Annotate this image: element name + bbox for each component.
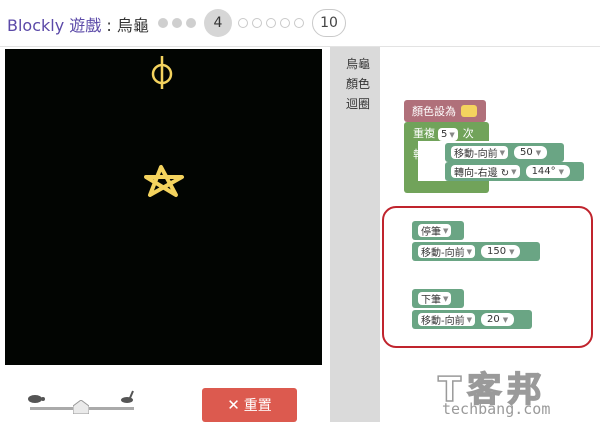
toolbox: 烏龜 顏色 迴圈 [330, 47, 380, 422]
brand-link[interactable]: Blockly [7, 16, 64, 35]
move-forward-block-1[interactable]: 移動-向前 ▼ 50 ▼ [445, 143, 564, 162]
level-dot-3[interactable] [186, 18, 196, 28]
toolbox-category-color[interactable]: 顏色 [346, 75, 370, 92]
move-forward-dropdown[interactable]: 移動-向前 ▼ [451, 146, 508, 160]
header: Blockly 遊戲 : 烏龜 4 10 [0, 0, 600, 47]
chevron-down-icon: ▼ [535, 148, 542, 157]
chevron-down-icon: ▼ [558, 167, 565, 176]
level-dot-6[interactable] [252, 18, 262, 28]
turtle-canvas [5, 49, 322, 365]
turn-right-block[interactable]: 轉向-右邊 ↻ ▼ 144° ▼ [445, 162, 584, 181]
watermark-url: techbang.com [442, 400, 551, 418]
level-dot-1[interactable] [158, 18, 168, 28]
rabbit-fast-icon [121, 390, 134, 403]
toolbox-category-loop[interactable]: 迴圈 [346, 95, 370, 112]
page-title: Blockly 遊戲 : 烏龜 [7, 12, 149, 36]
level-progress: 4 10 [158, 9, 346, 37]
title-separator: : [101, 16, 117, 35]
chevron-down-icon: ▼ [511, 167, 517, 176]
turn-angle-input[interactable]: 144° ▼ [525, 165, 571, 178]
reset-label: 重置 [243, 398, 272, 414]
current-level-badge[interactable]: 4 [204, 9, 232, 37]
move-distance-input-1[interactable]: 50 ▼ [514, 146, 548, 159]
color-swatch[interactable] [461, 105, 477, 117]
turtle-slow-icon [28, 395, 45, 403]
set-color-block[interactable]: 顏色設為 [404, 100, 486, 122]
turtle-drawing [144, 56, 184, 197]
game-link[interactable]: 遊戲 [69, 16, 101, 35]
level-dot-5[interactable] [238, 18, 248, 28]
chevron-down-icon: ▼ [499, 148, 505, 157]
toolbox-category-turtle[interactable]: 烏龜 [346, 55, 370, 72]
do-label: 執行 [413, 148, 435, 161]
reset-button[interactable]: ✕ 重置 [202, 388, 297, 422]
repeat-count-dropdown[interactable]: 5 ▼ [438, 128, 458, 141]
chevron-down-icon: ▼ [449, 130, 455, 139]
repeat-label: 重複 5 ▼ 次 [413, 127, 474, 141]
star-drawing [144, 165, 184, 197]
x-icon: ✕ [227, 396, 240, 414]
set-color-label: 顏色設為 [412, 105, 456, 118]
controls-bar: ✕ 重置 [0, 368, 330, 422]
level-dot-2[interactable] [172, 18, 182, 28]
level-dot-8[interactable] [280, 18, 290, 28]
app-name: 烏龜 [116, 16, 149, 35]
highlight-outline [382, 206, 593, 348]
turtle-icon [151, 56, 173, 89]
max-level-badge[interactable]: 10 [312, 9, 346, 37]
level-dot-9[interactable] [294, 18, 304, 28]
techbang-watermark: T客邦 techbang.com [437, 362, 598, 422]
speed-slider-handle[interactable] [73, 400, 89, 414]
turn-direction-dropdown[interactable]: 轉向-右邊 ↻ ▼ [451, 165, 520, 179]
level-dot-7[interactable] [266, 18, 276, 28]
